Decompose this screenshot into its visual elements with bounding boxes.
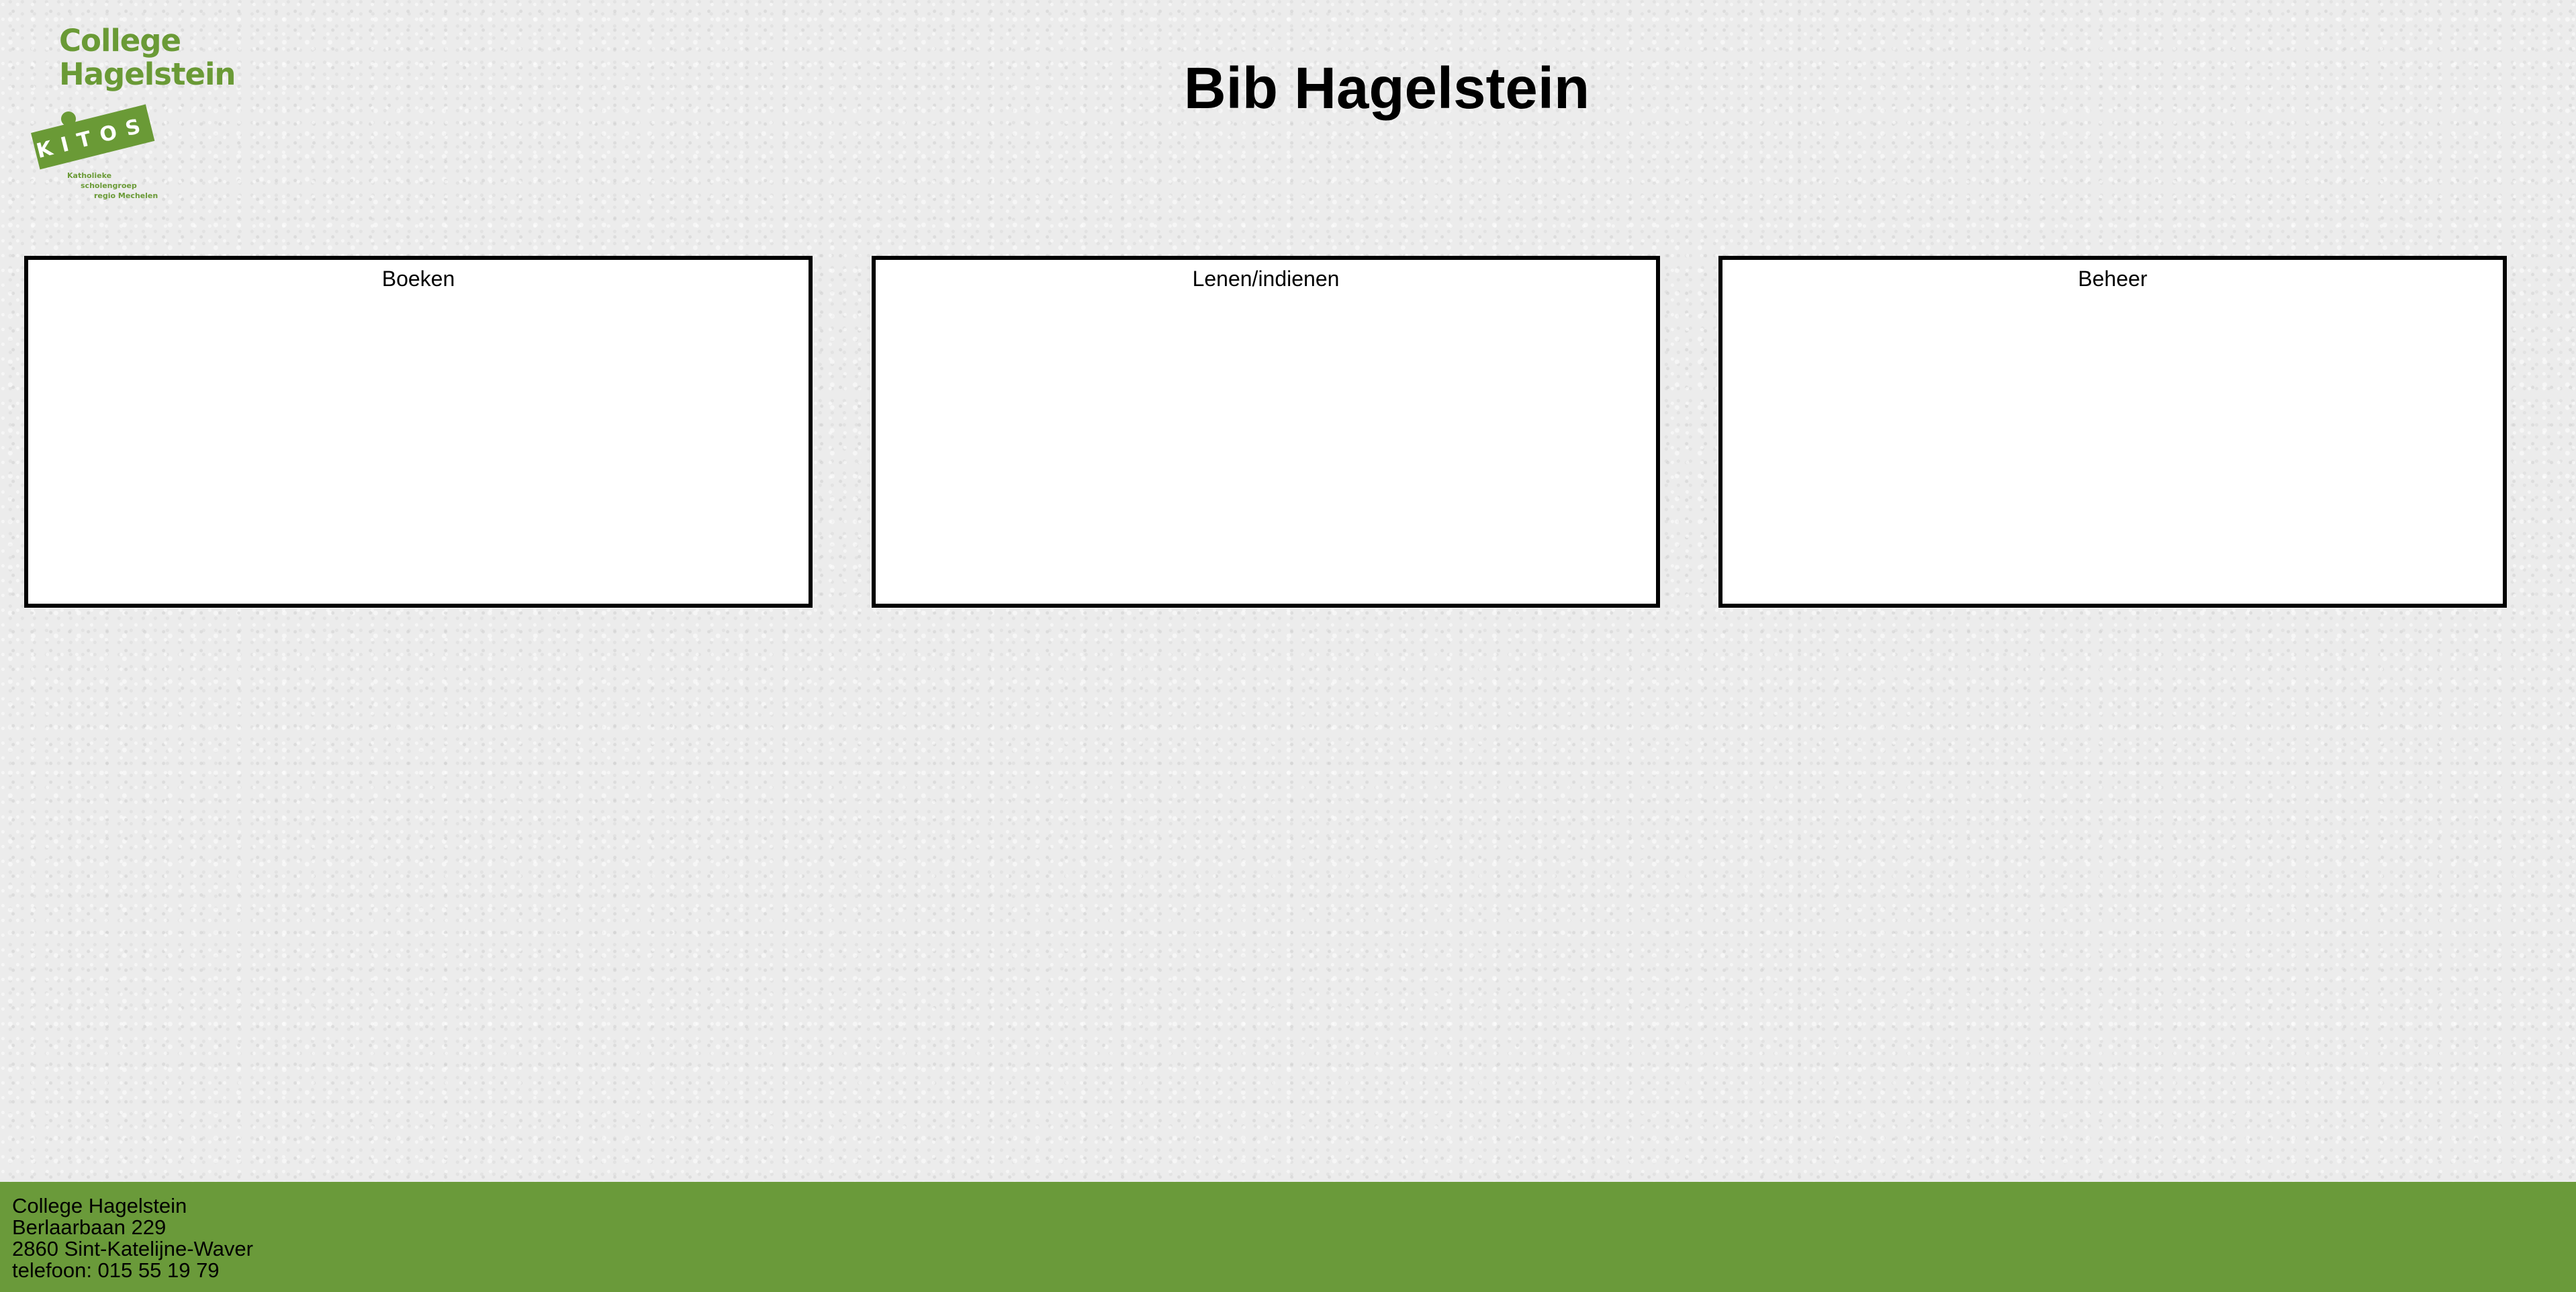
logo-line-1: College bbox=[59, 23, 181, 58]
logo-subtitle-line-3: regio Mechelen bbox=[94, 191, 158, 200]
logo-subtitle-line-2: scholengroep bbox=[81, 181, 137, 190]
panel-lenen-indienen[interactable]: Lenen/indienen bbox=[872, 256, 1660, 608]
footer-street: Berlaarbaan 229 bbox=[12, 1215, 167, 1239]
page-title: Bib Hagelstein bbox=[1183, 56, 1590, 121]
panel-boeken[interactable]: Boeken bbox=[24, 256, 813, 608]
panel-title-beheer: Beheer bbox=[2078, 267, 2148, 291]
footer-city: 2860 Sint-Katelijne-Waver bbox=[12, 1237, 253, 1260]
logo-subtitle: Katholieke scholengroep regio Mechelen bbox=[67, 171, 158, 201]
footer-phone: telefoon: 015 55 19 79 bbox=[12, 1258, 220, 1282]
panel-beheer[interactable]: Beheer bbox=[1718, 256, 2507, 608]
panel-title-boeken: Boeken bbox=[381, 267, 455, 291]
footer-school-name: College Hagelstein bbox=[12, 1194, 187, 1217]
footer: College Hagelstein Berlaarbaan 229 2860 … bbox=[0, 1182, 2576, 1292]
panel-title-lenen-indienen: Lenen/indienen bbox=[1192, 267, 1340, 291]
logo-subtitle-line-1: Katholieke bbox=[67, 171, 112, 180]
